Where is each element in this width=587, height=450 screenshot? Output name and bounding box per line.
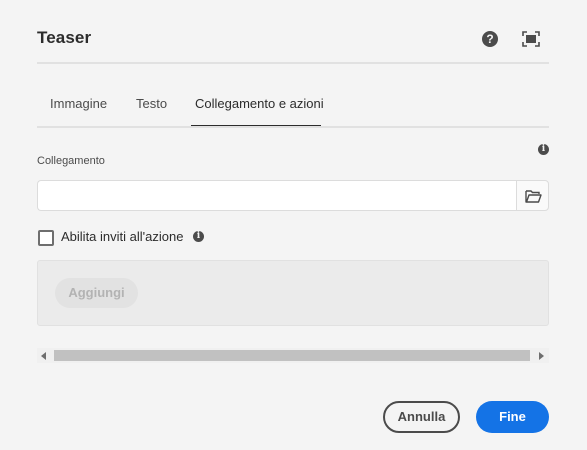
scrollbar-thumb[interactable] <box>54 350 530 361</box>
folder-open-icon <box>525 190 542 203</box>
add-button[interactable]: Aggiungi <box>55 278 138 308</box>
tab-immagine[interactable]: Immagine <box>50 96 107 111</box>
horizontal-scrollbar[interactable] <box>37 348 549 363</box>
info-icon[interactable]: i <box>193 231 204 242</box>
enable-cta-checkbox[interactable] <box>38 230 54 246</box>
scroll-left-arrow-icon[interactable] <box>41 352 46 360</box>
enable-cta-label[interactable]: Abilita inviti all'azione <box>61 229 183 244</box>
tab-bar: Immagine Testo Collegamento e azioni <box>37 86 549 128</box>
tab-testo[interactable]: Testo <box>136 96 167 111</box>
link-field-label: Collegamento <box>37 155 105 167</box>
header-divider <box>37 62 549 64</box>
cancel-button[interactable]: Annulla <box>383 401 460 433</box>
fullscreen-icon[interactable] <box>522 31 540 47</box>
tab-collegamento-e-azioni[interactable]: Collegamento e azioni <box>195 96 324 111</box>
done-button[interactable]: Fine <box>476 401 549 433</box>
browse-button[interactable] <box>516 180 549 211</box>
teaser-dialog: Teaser ? Immagine Testo Collegamento e a… <box>0 0 587 450</box>
dialog-title: Teaser <box>37 28 92 47</box>
scroll-right-arrow-icon[interactable] <box>539 352 544 360</box>
info-icon[interactable]: i <box>538 144 549 155</box>
tabs-divider <box>37 126 549 128</box>
cta-actions-panel: Aggiungi <box>37 260 549 326</box>
help-icon[interactable]: ? <box>482 31 498 47</box>
link-input[interactable] <box>37 180 517 211</box>
